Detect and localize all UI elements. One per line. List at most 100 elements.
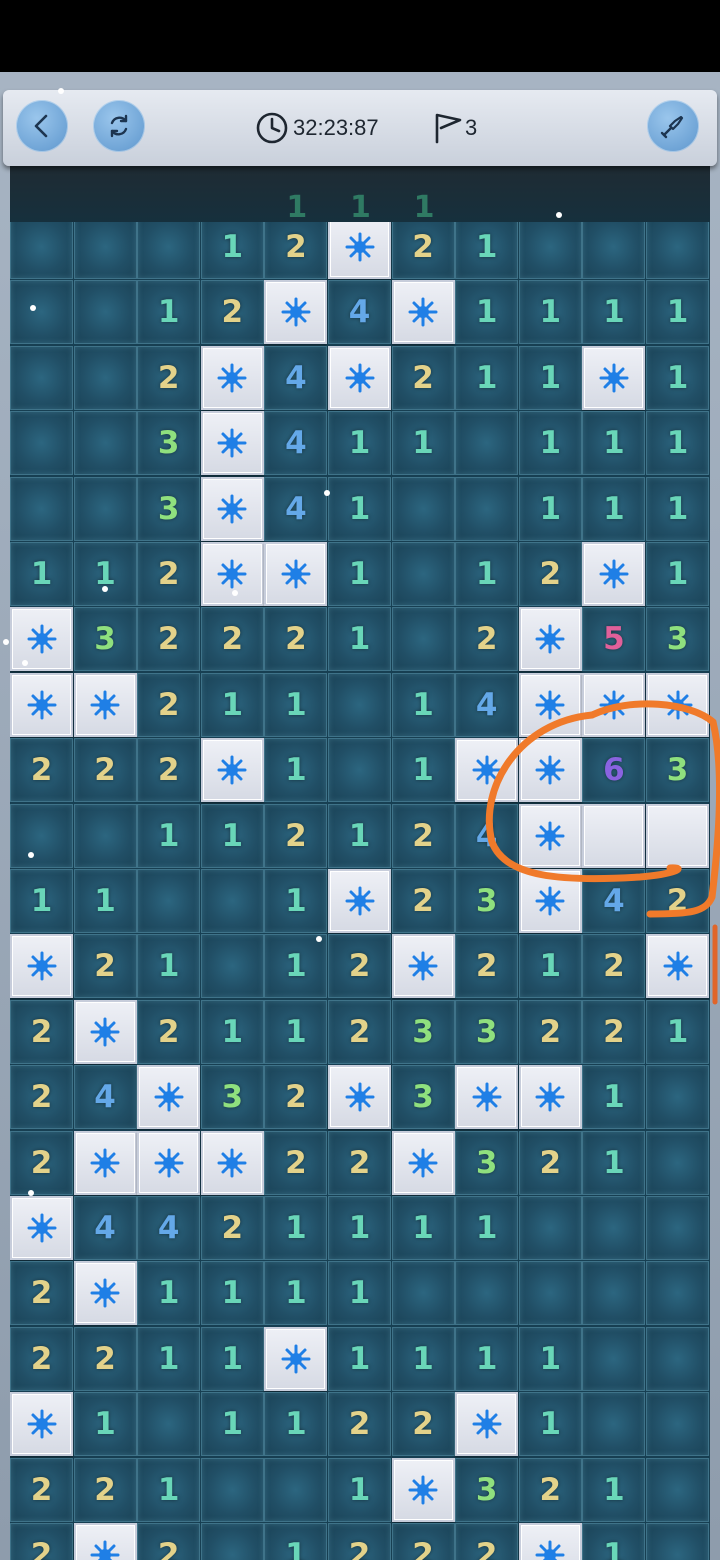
number-cell[interactable]: 1 (646, 411, 709, 476)
number-cell[interactable]: 3 (646, 607, 709, 672)
number-cell[interactable]: 1 (328, 803, 391, 868)
hidden-cell[interactable] (646, 803, 709, 868)
number-cell[interactable]: 3 (646, 738, 709, 803)
empty-cell[interactable] (646, 1261, 709, 1326)
number-cell[interactable]: 2 (137, 345, 201, 410)
flagged-cell[interactable] (328, 345, 391, 410)
number-cell[interactable]: 2 (328, 934, 391, 999)
number-cell[interactable]: 2 (137, 1523, 201, 1560)
number-cell[interactable]: 2 (200, 280, 264, 345)
number-cell[interactable]: 2 (10, 999, 73, 1064)
number-cell[interactable]: 3 (455, 1457, 519, 1522)
number-cell[interactable]: 1 (646, 999, 709, 1064)
number-cell[interactable]: 1 (518, 476, 582, 541)
flagged-cell[interactable] (646, 672, 709, 737)
number-cell[interactable]: 3 (455, 869, 519, 933)
number-cell[interactable]: 1 (328, 1326, 391, 1391)
number-cell[interactable]: 1 (328, 1457, 391, 1522)
flagged-cell[interactable] (582, 672, 646, 737)
empty-cell[interactable] (73, 411, 137, 476)
number-cell[interactable]: 1 (73, 1392, 137, 1457)
number-cell[interactable]: 2 (391, 1392, 455, 1457)
empty-cell[interactable] (646, 1065, 709, 1130)
number-cell[interactable]: 2 (10, 1261, 73, 1326)
number-cell[interactable]: 4 (73, 1196, 137, 1260)
number-cell[interactable]: 2 (391, 345, 455, 410)
flagged-cell[interactable] (137, 1065, 201, 1130)
number-cell[interactable]: 2 (264, 1065, 328, 1130)
number-cell[interactable]: 1 (264, 1196, 328, 1260)
number-cell[interactable]: 2 (518, 542, 582, 606)
empty-cell[interactable] (518, 1196, 582, 1260)
flagged-cell[interactable] (10, 934, 73, 999)
number-cell[interactable]: 2 (10, 1065, 73, 1130)
number-cell[interactable]: 5 (582, 607, 646, 672)
number-cell[interactable]: 2 (73, 1326, 137, 1391)
flagged-cell[interactable] (455, 1392, 519, 1457)
empty-cell[interactable] (73, 280, 137, 345)
number-cell[interactable]: 1 (200, 672, 264, 737)
flagged-cell[interactable] (391, 1130, 455, 1195)
number-cell[interactable]: 2 (264, 222, 328, 279)
number-cell[interactable]: 1 (328, 476, 391, 541)
empty-cell[interactable] (455, 411, 519, 476)
number-cell[interactable]: 3 (455, 999, 519, 1064)
number-cell[interactable]: 3 (137, 411, 201, 476)
number-cell[interactable]: 1 (518, 1326, 582, 1391)
empty-cell[interactable] (137, 1392, 201, 1457)
number-cell[interactable]: 2 (264, 1130, 328, 1195)
empty-cell[interactable] (391, 542, 455, 606)
number-cell[interactable]: 1 (73, 869, 137, 933)
number-cell[interactable]: 2 (328, 1130, 391, 1195)
number-cell[interactable]: 2 (137, 738, 201, 803)
number-cell[interactable]: 1 (137, 280, 201, 345)
number-cell[interactable]: 2 (582, 934, 646, 999)
empty-cell[interactable] (328, 738, 391, 803)
number-cell[interactable]: 1 (391, 1196, 455, 1260)
number-cell[interactable]: 4 (137, 1196, 201, 1260)
number-cell[interactable]: 2 (582, 999, 646, 1064)
empty-cell[interactable] (518, 222, 582, 279)
number-cell[interactable]: 2 (73, 1457, 137, 1522)
flagged-cell[interactable] (264, 542, 328, 606)
number-cell[interactable]: 1 (200, 1392, 264, 1457)
empty-cell[interactable] (200, 1457, 264, 1522)
empty-cell[interactable] (10, 803, 73, 868)
flagged-cell[interactable] (264, 1326, 328, 1391)
number-cell[interactable]: 1 (455, 280, 519, 345)
flagged-cell[interactable] (518, 738, 582, 803)
flagged-cell[interactable] (200, 476, 264, 541)
flagged-cell[interactable] (73, 1523, 137, 1560)
number-cell[interactable]: 2 (137, 672, 201, 737)
number-cell[interactable]: 1 (264, 738, 328, 803)
number-cell[interactable]: 1 (137, 934, 201, 999)
empty-cell[interactable] (646, 1523, 709, 1560)
number-cell[interactable]: 1 (200, 1261, 264, 1326)
number-cell[interactable]: 3 (391, 1065, 455, 1130)
number-cell[interactable]: 6 (582, 738, 646, 803)
empty-cell[interactable] (264, 1457, 328, 1522)
empty-cell[interactable] (582, 1196, 646, 1260)
number-cell[interactable]: 4 (328, 280, 391, 345)
number-cell[interactable]: 1 (200, 1326, 264, 1391)
number-cell[interactable]: 1 (264, 1261, 328, 1326)
flagged-cell[interactable] (200, 1130, 264, 1195)
number-cell[interactable]: 4 (264, 345, 328, 410)
number-cell[interactable]: 1 (646, 345, 709, 410)
number-cell[interactable]: 3 (137, 476, 201, 541)
number-cell[interactable]: 1 (328, 411, 391, 476)
flagged-cell[interactable] (518, 672, 582, 737)
hidden-cell[interactable] (582, 803, 646, 868)
number-cell[interactable]: 1 (391, 738, 455, 803)
number-cell[interactable]: 2 (10, 1130, 73, 1195)
restart-button[interactable] (93, 100, 145, 152)
number-cell[interactable]: 2 (455, 1523, 519, 1560)
number-cell[interactable]: 1 (518, 411, 582, 476)
empty-cell[interactable] (200, 869, 264, 933)
empty-cell[interactable] (391, 607, 455, 672)
number-cell[interactable]: 2 (137, 542, 201, 606)
empty-cell[interactable] (646, 1457, 709, 1522)
flagged-cell[interactable] (10, 1196, 73, 1260)
flagged-cell[interactable] (391, 934, 455, 999)
number-cell[interactable]: 2 (328, 999, 391, 1064)
